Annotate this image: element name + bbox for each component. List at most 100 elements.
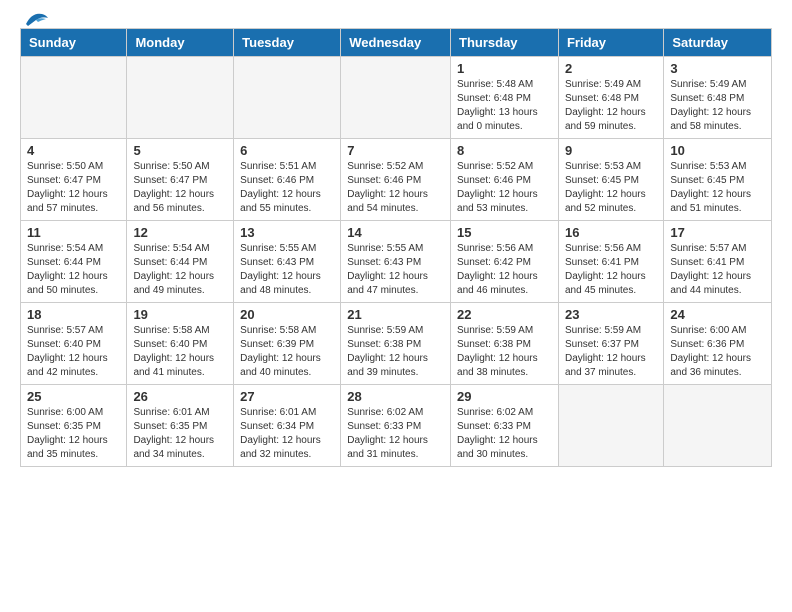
day-number: 21 [347,307,444,322]
day-info: Sunrise: 6:02 AM Sunset: 6:33 PM Dayligh… [457,406,552,462]
calendar-header: SundayMondayTuesdayWednesdayThursdayFrid… [21,29,772,57]
calendar-cell [21,57,127,139]
calendar-cell: 20 Sunrise: 5:58 AM Sunset: 6:39 PM Dayli… [234,303,341,385]
day-info: Sunrise: 5:49 AM Sunset: 6:48 PM Dayligh… [670,78,765,134]
calendar-cell: 21 Sunrise: 5:59 AM Sunset: 6:38 PM Dayli… [341,303,451,385]
calendar-cell: 3 Sunrise: 5:49 AM Sunset: 6:48 PM Daylig… [664,57,772,139]
calendar-cell [127,57,234,139]
calendar-cell: 19 Sunrise: 5:58 AM Sunset: 6:40 PM Dayli… [127,303,234,385]
day-number: 29 [457,389,552,404]
day-info: Sunrise: 5:57 AM Sunset: 6:40 PM Dayligh… [27,324,120,380]
day-info: Sunrise: 6:01 AM Sunset: 6:34 PM Dayligh… [240,406,334,462]
calendar-cell [341,57,451,139]
day-info: Sunrise: 5:56 AM Sunset: 6:41 PM Dayligh… [565,242,657,298]
day-info: Sunrise: 5:56 AM Sunset: 6:42 PM Dayligh… [457,242,552,298]
calendar-week-1: 1 Sunrise: 5:48 AM Sunset: 6:48 PM Daylig… [21,57,772,139]
day-info: Sunrise: 5:58 AM Sunset: 6:40 PM Dayligh… [133,324,227,380]
day-number: 5 [133,143,227,158]
day-info: Sunrise: 5:52 AM Sunset: 6:46 PM Dayligh… [457,160,552,216]
calendar-week-4: 18 Sunrise: 5:57 AM Sunset: 6:40 PM Dayli… [21,303,772,385]
day-info: Sunrise: 5:51 AM Sunset: 6:46 PM Dayligh… [240,160,334,216]
day-number: 27 [240,389,334,404]
calendar-cell: 5Sunrise: 5:50 AM Sunset: 6:47 PM Daylig… [127,139,234,221]
day-number: 12 [133,225,227,240]
day-info: Sunrise: 5:50 AM Sunset: 6:47 PM Dayligh… [27,160,120,216]
logo-bird-icon [22,10,50,28]
day-number: 9 [565,143,657,158]
day-number: 13 [240,225,334,240]
day-number: 11 [27,225,120,240]
calendar-cell: 16 Sunrise: 5:56 AM Sunset: 6:41 PM Dayli… [558,221,663,303]
calendar-container: SundayMondayTuesdayWednesdayThursdayFrid… [0,28,792,477]
calendar-cell: 1 Sunrise: 5:48 AM Sunset: 6:48 PM Daylig… [451,57,559,139]
day-number: 26 [133,389,227,404]
day-info: Sunrise: 5:48 AM Sunset: 6:48 PM Dayligh… [457,78,552,134]
calendar-body: 1 Sunrise: 5:48 AM Sunset: 6:48 PM Daylig… [21,57,772,467]
day-number: 14 [347,225,444,240]
calendar-cell: 10 Sunrise: 5:53 AM Sunset: 6:45 PM Dayli… [664,139,772,221]
day-header-thursday: Thursday [451,29,559,57]
day-info: Sunrise: 5:59 AM Sunset: 6:38 PM Dayligh… [347,324,444,380]
day-number: 24 [670,307,765,322]
day-number: 16 [565,225,657,240]
calendar-table: SundayMondayTuesdayWednesdayThursdayFrid… [20,28,772,467]
day-number: 19 [133,307,227,322]
day-number: 18 [27,307,120,322]
day-info: Sunrise: 5:52 AM Sunset: 6:46 PM Dayligh… [347,160,444,216]
day-info: Sunrise: 5:54 AM Sunset: 6:44 PM Dayligh… [133,242,227,298]
day-number: 25 [27,389,120,404]
day-info: Sunrise: 5:57 AM Sunset: 6:41 PM Dayligh… [670,242,765,298]
day-number: 28 [347,389,444,404]
day-info: Sunrise: 5:54 AM Sunset: 6:44 PM Dayligh… [27,242,120,298]
calendar-cell: 18 Sunrise: 5:57 AM Sunset: 6:40 PM Dayli… [21,303,127,385]
day-info: Sunrise: 6:01 AM Sunset: 6:35 PM Dayligh… [133,406,227,462]
header-row: SundayMondayTuesdayWednesdayThursdayFrid… [21,29,772,57]
day-header-wednesday: Wednesday [341,29,451,57]
calendar-cell: 14Sunrise: 5:55 AM Sunset: 6:43 PM Dayli… [341,221,451,303]
day-number: 10 [670,143,765,158]
calendar-cell: 24 Sunrise: 6:00 AM Sunset: 6:36 PM Dayli… [664,303,772,385]
calendar-cell: 13 Sunrise: 5:55 AM Sunset: 6:43 PM Dayli… [234,221,341,303]
day-info: Sunrise: 6:02 AM Sunset: 6:33 PM Dayligh… [347,406,444,462]
day-info: Sunrise: 5:53 AM Sunset: 6:45 PM Dayligh… [565,160,657,216]
calendar-cell [664,385,772,467]
day-number: 15 [457,225,552,240]
calendar-cell: 23Sunrise: 5:59 AM Sunset: 6:37 PM Dayli… [558,303,663,385]
calendar-cell [558,385,663,467]
calendar-cell: 29 Sunrise: 6:02 AM Sunset: 6:33 PM Dayli… [451,385,559,467]
day-number: 3 [670,61,765,76]
calendar-cell: 9 Sunrise: 5:53 AM Sunset: 6:45 PM Daylig… [558,139,663,221]
day-info: Sunrise: 6:00 AM Sunset: 6:35 PM Dayligh… [27,406,120,462]
calendar-cell: 6Sunrise: 5:51 AM Sunset: 6:46 PM Daylig… [234,139,341,221]
calendar-cell: 28 Sunrise: 6:02 AM Sunset: 6:33 PM Dayli… [341,385,451,467]
day-info: Sunrise: 5:53 AM Sunset: 6:45 PM Dayligh… [670,160,765,216]
day-header-friday: Friday [558,29,663,57]
day-number: 4 [27,143,120,158]
calendar-cell: 8Sunrise: 5:52 AM Sunset: 6:46 PM Daylig… [451,139,559,221]
calendar-week-5: 25 Sunrise: 6:00 AM Sunset: 6:35 PM Dayli… [21,385,772,467]
day-header-monday: Monday [127,29,234,57]
day-number: 17 [670,225,765,240]
day-number: 2 [565,61,657,76]
day-number: 22 [457,307,552,322]
day-number: 1 [457,61,552,76]
calendar-cell [234,57,341,139]
calendar-cell: 7 Sunrise: 5:52 AM Sunset: 6:46 PM Daylig… [341,139,451,221]
day-info: Sunrise: 6:00 AM Sunset: 6:36 PM Dayligh… [670,324,765,380]
day-info: Sunrise: 5:59 AM Sunset: 6:38 PM Dayligh… [457,324,552,380]
calendar-cell: 22 Sunrise: 5:59 AM Sunset: 6:38 PM Dayli… [451,303,559,385]
day-number: 7 [347,143,444,158]
day-info: Sunrise: 5:55 AM Sunset: 6:43 PM Dayligh… [240,242,334,298]
calendar-cell: 25 Sunrise: 6:00 AM Sunset: 6:35 PM Dayli… [21,385,127,467]
day-number: 20 [240,307,334,322]
calendar-cell: 26 Sunrise: 6:01 AM Sunset: 6:35 PM Dayli… [127,385,234,467]
calendar-week-2: 4 Sunrise: 5:50 AM Sunset: 6:47 PM Daylig… [21,139,772,221]
day-header-saturday: Saturday [664,29,772,57]
day-info: Sunrise: 5:59 AM Sunset: 6:37 PM Dayligh… [565,324,657,380]
day-header-sunday: Sunday [21,29,127,57]
calendar-cell: 15 Sunrise: 5:56 AM Sunset: 6:42 PM Dayli… [451,221,559,303]
calendar-week-3: 11 Sunrise: 5:54 AM Sunset: 6:44 PM Dayli… [21,221,772,303]
calendar-cell: 12 Sunrise: 5:54 AM Sunset: 6:44 PM Dayli… [127,221,234,303]
day-info: Sunrise: 5:58 AM Sunset: 6:39 PM Dayligh… [240,324,334,380]
page-header [0,0,792,28]
